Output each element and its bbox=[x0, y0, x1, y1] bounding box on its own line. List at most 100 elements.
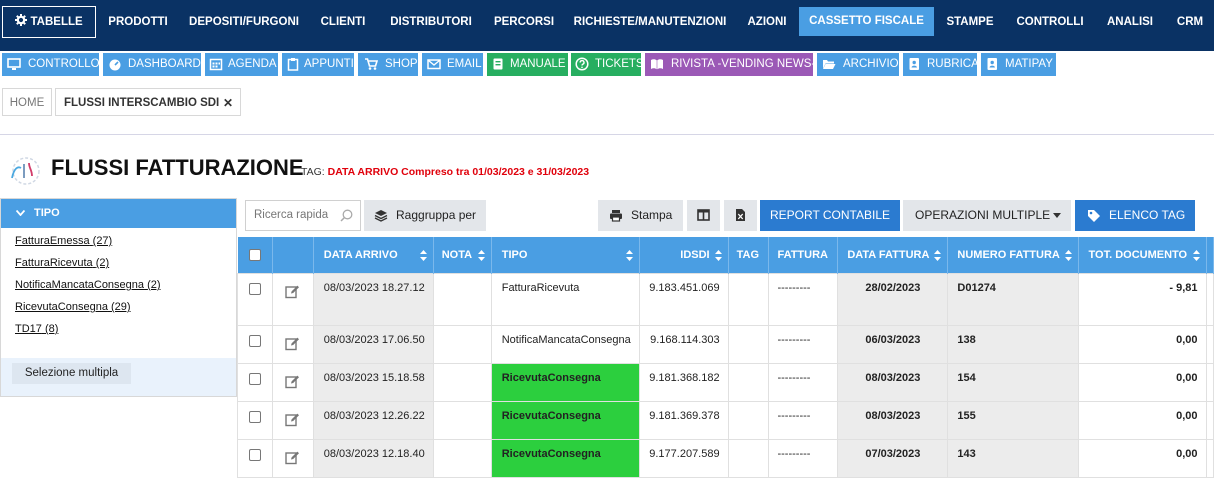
col-idsdi[interactable]: IDSDI bbox=[639, 237, 729, 273]
sort-icon bbox=[714, 250, 722, 261]
dashboard-button[interactable]: DASHBOARD bbox=[103, 53, 201, 76]
cell-data-fattura: 08/03/2023 bbox=[837, 400, 949, 440]
controllo-label: CONTROLLO bbox=[28, 58, 100, 70]
filter-item-fatturaemessa[interactable]: FatturaEmessa (27) bbox=[15, 235, 112, 247]
table-row[interactable]: 08/03/2023 12.26.22 RicevutaConsegna 9.1… bbox=[237, 400, 1214, 440]
nav-cassetto-fiscale[interactable]: CASSETTO FISCALE bbox=[799, 7, 934, 36]
matipay-button[interactable]: MATIPAY bbox=[981, 53, 1056, 76]
open-book-icon bbox=[651, 59, 663, 70]
appunti-button[interactable]: APPUNTI bbox=[282, 53, 354, 76]
manuale-button[interactable]: MANUALE bbox=[487, 53, 568, 76]
edit-icon[interactable] bbox=[285, 284, 300, 299]
multiple-operations-dropdown[interactable]: OPERAZIONI MULTIPLE bbox=[903, 200, 1071, 231]
select-all-checkbox[interactable] bbox=[248, 248, 261, 261]
filter-item-label: FatturaEmessa bbox=[15, 235, 90, 247]
nav-depositi-furgoni[interactable]: DEPOSITI/FURGONI bbox=[185, 0, 303, 44]
cell-fattura: --------- bbox=[768, 438, 839, 478]
row-checkbox[interactable] bbox=[248, 282, 261, 295]
cell-nota bbox=[432, 438, 492, 478]
cell-tot-documento: - 9,81 bbox=[1077, 272, 1207, 326]
print-label: Stampa bbox=[631, 208, 673, 222]
filter-item-fatturaricevuta[interactable]: FatturaRicevuta (2) bbox=[15, 257, 109, 269]
col-label: TOT. DOCUMENTO bbox=[1088, 248, 1188, 261]
row-checkbox[interactable] bbox=[248, 334, 261, 347]
cell-idsdi: 9.168.114.303 bbox=[638, 324, 729, 364]
nav-distributori[interactable]: DISTRIBUTORI bbox=[384, 0, 478, 44]
edit-icon[interactable] bbox=[285, 412, 300, 427]
folder-open-icon bbox=[823, 60, 836, 69]
table-row[interactable]: 08/03/2023 15.18.58 RicevutaConsegna 9.1… bbox=[237, 362, 1214, 402]
cell-data-arrivo: 08/03/2023 15.18.58 bbox=[312, 362, 434, 402]
tab-home[interactable]: HOME bbox=[2, 88, 52, 116]
calendar-icon bbox=[209, 58, 223, 71]
col-data-fattura[interactable]: DATA FATTURA bbox=[837, 237, 949, 273]
cell-overflow bbox=[1205, 324, 1214, 364]
controllo-button[interactable]: CONTROLLO bbox=[2, 53, 100, 76]
col-label: DATA FATTURA bbox=[847, 248, 930, 261]
cell-numero-fattura: 138 bbox=[947, 324, 1079, 364]
cell-tot-documento: 0,00 bbox=[1077, 324, 1207, 364]
edit-icon[interactable] bbox=[285, 374, 300, 389]
filter-item-ricevutaconsegna[interactable]: RicevutaConsegna (29) bbox=[15, 301, 131, 313]
col-nota[interactable]: NOTA bbox=[433, 237, 492, 273]
rivista-button[interactable]: RIVISTA -VENDING NEWS- bbox=[645, 53, 815, 76]
nav-richieste-manutenzioni[interactable]: RICHIESTE/MANUTENZIONI bbox=[570, 0, 730, 44]
nav-analisi[interactable]: ANALISI bbox=[1100, 0, 1160, 44]
col-data-arrivo[interactable]: DATA ARRIVO bbox=[313, 237, 434, 273]
excel-file-icon bbox=[736, 209, 745, 221]
cell-data-fattura: 06/03/2023 bbox=[837, 324, 949, 364]
cell-tot-documento: 0,00 bbox=[1077, 362, 1207, 402]
nav-azioni[interactable]: AZIONI bbox=[740, 0, 794, 44]
col-tot-documento[interactable]: TOT. DOCUMENTO bbox=[1078, 237, 1207, 273]
filter-item-td17[interactable]: TD17 (8) bbox=[15, 323, 58, 335]
archivio-button[interactable]: ARCHIVIO bbox=[817, 53, 899, 76]
table-row[interactable]: 08/03/2023 12.18.40 RicevutaConsegna 9.1… bbox=[237, 438, 1214, 478]
tab-flussi-interscambio-sdi[interactable]: FLUSSI INTERSCAMBIO SDI ✕ bbox=[55, 88, 241, 116]
col-fattura[interactable]: FATTURA bbox=[768, 237, 839, 273]
email-button[interactable]: EMAIL bbox=[422, 53, 483, 76]
cell-data-arrivo: 08/03/2023 12.18.40 bbox=[312, 438, 434, 478]
filter-item-notificamancataconsegna[interactable]: NotificaMancataConsegna (2) bbox=[15, 279, 161, 291]
group-by-button[interactable]: Raggruppa per bbox=[364, 200, 486, 231]
search-input[interactable]: Ricerca rapida bbox=[245, 200, 361, 231]
columns-toggle-button[interactable] bbox=[687, 200, 720, 231]
cell-data-arrivo: 08/03/2023 12.26.22 bbox=[312, 400, 434, 440]
close-icon[interactable]: ✕ bbox=[223, 89, 233, 117]
tabelle-menu-button[interactable]: TABELLE bbox=[2, 6, 96, 38]
multiple-operations-label: OPERAZIONI MULTIPLE bbox=[915, 208, 1051, 222]
row-edit-cell bbox=[271, 362, 314, 402]
agenda-button[interactable]: AGENDA bbox=[205, 53, 278, 76]
col-tag[interactable]: TAG bbox=[728, 237, 770, 273]
col-numero-fattura[interactable]: NUMERO FATTURA bbox=[947, 237, 1079, 273]
col-tipo[interactable]: TIPO bbox=[491, 237, 640, 273]
edit-icon[interactable] bbox=[285, 336, 300, 351]
table-row[interactable]: 08/03/2023 18.27.12 FatturaRicevuta 9.18… bbox=[237, 272, 1214, 326]
col-label: NUMERO FATTURA bbox=[957, 248, 1060, 261]
nav-percorsi[interactable]: PERCORSI bbox=[487, 0, 561, 44]
print-button[interactable]: Stampa bbox=[598, 200, 683, 231]
shop-button[interactable]: SHOP bbox=[358, 53, 418, 76]
tipo-filter-header[interactable]: TIPO bbox=[1, 199, 236, 228]
nav-stampe[interactable]: STAMPE bbox=[942, 0, 998, 44]
col-label: TAG bbox=[736, 248, 760, 261]
row-checkbox[interactable] bbox=[248, 410, 261, 423]
multi-select-button[interactable]: Selezione multipla bbox=[12, 363, 131, 384]
email-label: EMAIL bbox=[447, 58, 482, 70]
rubrica-label: RUBRICA bbox=[927, 58, 979, 70]
row-checkbox[interactable] bbox=[248, 448, 261, 461]
question-circle-icon bbox=[575, 57, 589, 71]
rubrica-button[interactable]: RUBRICA bbox=[903, 53, 979, 76]
edit-icon[interactable] bbox=[285, 450, 300, 465]
excel-export-button[interactable] bbox=[724, 200, 757, 231]
tickets-button[interactable]: TICKETS bbox=[571, 53, 644, 76]
nav-crm[interactable]: CRM bbox=[1170, 0, 1210, 44]
report-contabile-button[interactable]: REPORT CONTABILE bbox=[760, 200, 900, 231]
nav-clienti[interactable]: CLIENTI bbox=[313, 0, 373, 44]
sidebar-footer: Selezione multipla bbox=[1, 358, 236, 396]
row-checkbox[interactable] bbox=[248, 372, 261, 385]
nav-prodotti[interactable]: PRODOTTI bbox=[100, 0, 176, 44]
nav-controlli[interactable]: CONTROLLI bbox=[1009, 0, 1091, 44]
filter-item-label: TD17 bbox=[15, 323, 42, 335]
table-row[interactable]: 08/03/2023 17.06.50 NotificaMancataConse… bbox=[237, 324, 1214, 364]
elenco-tag-button[interactable]: ELENCO TAG bbox=[1075, 200, 1195, 231]
